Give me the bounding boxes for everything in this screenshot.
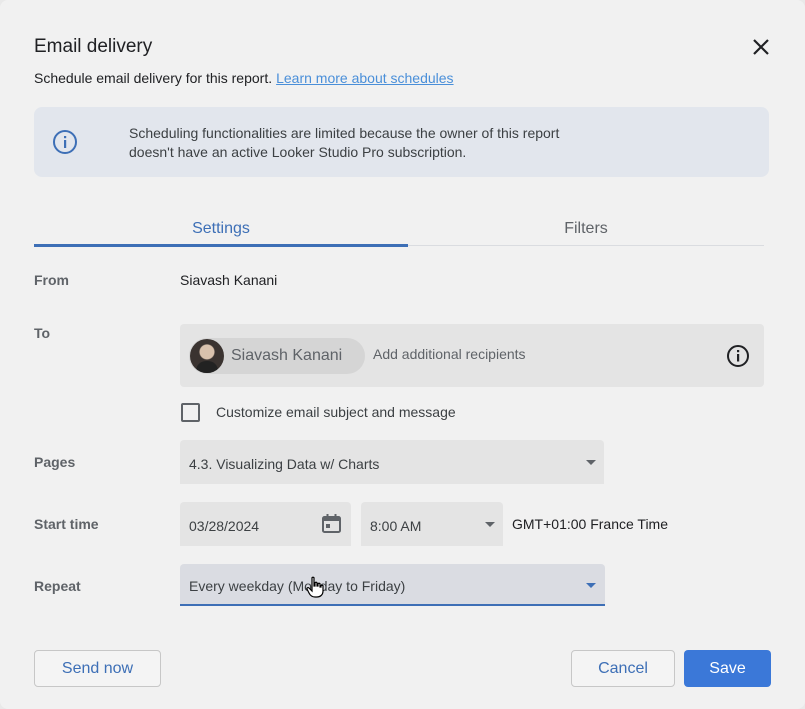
email-delivery-dialog: Email delivery Schedule email delivery f… (0, 0, 805, 709)
subtitle-text: Schedule email delivery for this report. (34, 70, 273, 86)
learn-more-link[interactable]: Learn more about schedules (276, 70, 453, 86)
start-date-field[interactable]: 03/28/2024 (180, 502, 351, 546)
from-value: Siavash Kanani (180, 272, 278, 288)
banner-text: Scheduling functionalities are limited b… (129, 125, 560, 160)
start-time-value: 8:00 AM (370, 518, 422, 534)
close-icon (753, 39, 769, 55)
info-banner: Scheduling functionalities are limited b… (34, 107, 769, 177)
dialog-title: Email delivery (34, 36, 153, 57)
customize-email-label: Customize email subject and message (216, 404, 456, 420)
from-label: From (34, 272, 69, 288)
recipient-chip-label: Siavash Kanani (231, 347, 343, 364)
tab-bar: Settings Filters (34, 212, 764, 247)
chevron-down-icon (586, 583, 596, 588)
calendar-icon[interactable] (321, 513, 342, 534)
start-time-select[interactable]: 8:00 AM (361, 502, 503, 546)
recipients-field[interactable]: Siavash Kanani (180, 324, 764, 387)
recipient-chip[interactable]: Siavash Kanani (189, 338, 365, 374)
customize-email-checkbox[interactable] (181, 403, 200, 422)
repeat-label: Repeat (34, 578, 81, 594)
chevron-down-icon (586, 460, 596, 465)
info-icon[interactable] (726, 344, 750, 368)
to-label: To (34, 325, 51, 341)
repeat-value: Every weekday (Monday to Friday) (189, 578, 406, 594)
start-time-label: Start time (34, 516, 99, 532)
timezone-text: GMT+01:00 France Time (512, 516, 669, 532)
tab-filters[interactable]: Filters (408, 212, 764, 246)
save-button[interactable]: Save (684, 650, 771, 687)
pages-value: 4.3. Visualizing Data w/ Charts (189, 456, 380, 472)
close-button[interactable] (746, 32, 776, 62)
start-date-value: 03/28/2024 (189, 518, 260, 534)
cancel-button[interactable]: Cancel (571, 650, 675, 687)
pages-select[interactable]: 4.3. Visualizing Data w/ Charts (180, 440, 604, 484)
pages-label: Pages (34, 454, 76, 470)
tab-settings[interactable]: Settings (34, 212, 408, 247)
info-icon (53, 130, 77, 154)
chevron-down-icon (485, 522, 495, 527)
dialog-subtitle: Schedule email delivery for this report.… (34, 70, 454, 86)
avatar (190, 339, 224, 373)
send-now-button[interactable]: Send now (34, 650, 161, 687)
recipients-input[interactable] (373, 346, 693, 362)
repeat-select[interactable]: Every weekday (Monday to Friday) (180, 564, 605, 606)
